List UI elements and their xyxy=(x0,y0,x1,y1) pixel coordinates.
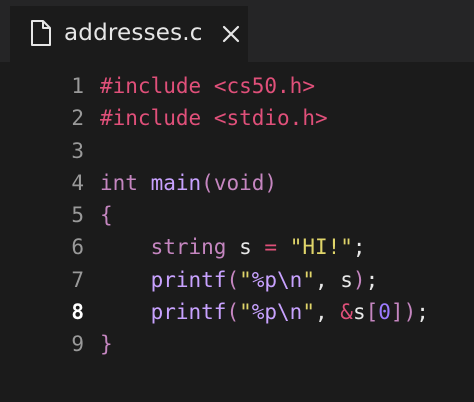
code-text: printf("%p\n", s); xyxy=(100,264,379,296)
code-text: } xyxy=(100,328,113,360)
code-text: #include <stdio.h> xyxy=(100,102,328,134)
code-line[interactable]: 6 string s = "HI!"; xyxy=(0,231,474,263)
code-token: ) xyxy=(264,170,278,195)
code-token: 0 xyxy=(378,300,391,325)
code-token: "HI!" xyxy=(289,235,353,260)
code-token: " xyxy=(239,267,252,292)
code-token: [ xyxy=(365,300,379,325)
code-token: ; xyxy=(416,300,429,325)
code-token: void xyxy=(213,170,265,195)
code-token: } xyxy=(100,332,113,357)
line-number: 5 xyxy=(71,203,84,228)
code-token: %p\n xyxy=(251,267,303,292)
code-text: #include <cs50.h> xyxy=(100,70,315,102)
code-token: printf xyxy=(150,267,227,292)
code-token: %p\n xyxy=(251,300,303,325)
code-editor: addresses.c 1 #include <cs50.h> 2 #include … xyxy=(0,0,474,402)
file-icon xyxy=(31,20,51,46)
code-token: , s xyxy=(314,267,353,292)
code-line[interactable]: 9} xyxy=(0,328,474,360)
tab-bar: addresses.c xyxy=(0,0,474,62)
code-token: ; xyxy=(352,235,366,260)
code-token: ] xyxy=(390,300,404,325)
code-token: int xyxy=(100,170,138,195)
line-number: 4 xyxy=(71,170,84,195)
code-token: <stdio.h> xyxy=(213,106,328,131)
line-number: 2 xyxy=(71,106,84,131)
code-area[interactable]: 1 #include <cs50.h> 2 #include <stdio.h> 3 4 i… xyxy=(0,70,474,361)
code-token: " xyxy=(239,300,252,325)
line-number: 1 xyxy=(71,74,84,98)
line-number: 6 xyxy=(71,235,84,260)
code-token: { xyxy=(100,203,113,228)
code-token: & xyxy=(340,300,353,325)
code-token: ( xyxy=(226,267,240,292)
code-line[interactable]: 5{ xyxy=(0,199,474,231)
line-number: 8 xyxy=(71,300,84,325)
code-token: ) xyxy=(403,300,417,325)
code-text: printf("%p\n", &s[0]); xyxy=(100,296,429,328)
code-token: ( xyxy=(201,170,214,195)
code-line[interactable]: 8 printf("%p\n", &s[0]); xyxy=(0,296,474,328)
tab-addresses-c[interactable]: addresses.c xyxy=(10,6,248,62)
code-line[interactable]: 4 int main(void) xyxy=(0,167,474,199)
code-token: s xyxy=(226,235,265,260)
code-text: string s = "HI!"; xyxy=(100,231,366,263)
code-token: s xyxy=(352,300,366,325)
code-token: #include xyxy=(100,106,202,131)
code-token: , xyxy=(314,300,341,325)
code-line[interactable]: 2 #include <stdio.h> xyxy=(0,102,474,134)
code-token: " xyxy=(302,267,315,292)
code-line[interactable]: 3 xyxy=(0,135,474,167)
close-icon[interactable] xyxy=(222,25,240,43)
line-number: 3 xyxy=(71,138,84,163)
code-token: main xyxy=(150,170,202,195)
code-token: #include xyxy=(100,74,202,98)
code-text: int main(void) xyxy=(100,167,277,199)
code-token: printf xyxy=(150,300,227,325)
code-token: ) xyxy=(352,267,366,292)
line-number: 9 xyxy=(71,332,84,357)
code-token: <cs50.h> xyxy=(213,74,315,98)
code-token: " xyxy=(302,300,315,325)
code-token: = xyxy=(264,235,278,260)
code-token: string xyxy=(150,235,227,260)
code-token: ( xyxy=(226,300,240,325)
code-line[interactable]: 7 printf("%p\n", s); xyxy=(0,264,474,296)
code-line[interactable]: 1 #include <cs50.h> xyxy=(0,70,474,102)
code-text: { xyxy=(100,199,113,231)
code-token: ; xyxy=(365,267,379,292)
tab-title: addresses.c xyxy=(64,20,203,46)
line-number: 7 xyxy=(71,267,84,292)
